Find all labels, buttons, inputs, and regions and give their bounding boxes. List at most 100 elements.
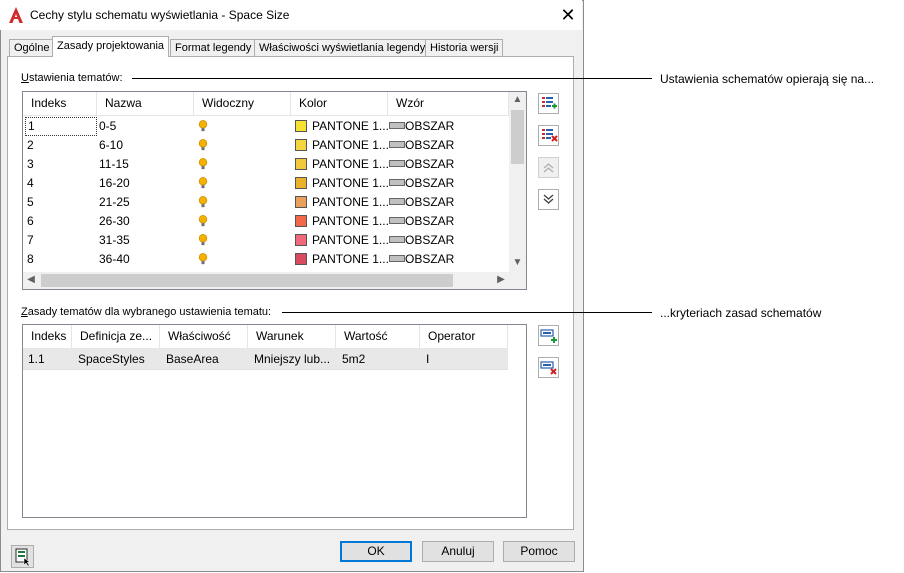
theme-index[interactable]: 5 [25, 193, 97, 212]
rule-value[interactable]: 5m2 [342, 350, 365, 369]
table-row[interactable]: 6 26-30 PANTONE 1... OBSZAR [23, 212, 509, 231]
theme-index[interactable]: 8 [25, 250, 97, 269]
tab-general[interactable]: Ogólne [9, 39, 55, 56]
lightbulb-on-icon[interactable] [198, 139, 208, 151]
tab-legend-format[interactable]: Format legendy [170, 39, 257, 56]
pattern-name: OBSZAR [405, 233, 455, 247]
lightbulb-on-icon[interactable] [198, 234, 208, 246]
pattern-name: OBSZAR [405, 138, 455, 152]
theme-color[interactable]: PANTONE 1... [295, 212, 389, 231]
rules-col-header-index[interactable]: Indeks [23, 325, 72, 349]
theme-name[interactable]: 21-25 [99, 193, 130, 212]
move-up-button[interactable] [538, 157, 559, 178]
col-header-color[interactable]: Kolor [291, 92, 388, 116]
scroll-left-icon[interactable]: ◀ [23, 272, 39, 289]
tab-design-rules[interactable]: Zasady projektowania [52, 36, 170, 57]
theme-name[interactable]: 0-5 [99, 117, 116, 136]
rules-col-header-value[interactable]: Wartość [336, 325, 420, 349]
scroll-thumb[interactable] [511, 110, 524, 164]
theme-settings-grid[interactable]: Indeks Nazwa Widoczny Kolor Wzór 1 0-5 PAN… [22, 91, 527, 290]
col-header-visible[interactable]: Widoczny [194, 92, 291, 116]
add-theme-button[interactable] [538, 93, 559, 114]
move-down-button[interactable] [538, 189, 559, 210]
tab-legend-display-props[interactable]: Właściwości wyświetlania legendy [254, 39, 431, 56]
lightbulb-on-icon[interactable] [198, 158, 208, 170]
col-header-index[interactable]: Indeks [23, 92, 97, 116]
pattern-swatch-icon [389, 122, 405, 129]
lightbulb-on-icon[interactable] [198, 177, 208, 189]
window-title: Cechy stylu schematu wyświetlania - Spac… [30, 8, 290, 22]
rule-index[interactable]: 1.1 [28, 350, 45, 369]
table-row[interactable]: 8 36-40 PANTONE 1... OBSZAR [23, 250, 509, 269]
remove-rule-button[interactable] [538, 357, 559, 378]
theme-index[interactable]: 1 [25, 117, 97, 136]
close-icon[interactable]: ✕ [558, 5, 578, 25]
theme-name[interactable]: 36-40 [99, 250, 130, 269]
style-manager-button[interactable] [11, 545, 34, 568]
theme-color[interactable]: PANTONE 1... [295, 193, 389, 212]
tab-version-history[interactable]: Historia wersji [425, 39, 504, 56]
hscroll-thumb[interactable] [41, 274, 453, 287]
col-header-pattern[interactable]: Wzór [388, 92, 509, 116]
theme-name[interactable]: 6-10 [99, 136, 123, 155]
theme-name[interactable]: 11-15 [99, 155, 129, 174]
color-swatch [295, 120, 307, 132]
rules-col-header-property[interactable]: Właściwość [160, 325, 248, 349]
scroll-up-icon[interactable]: ▲ [509, 92, 526, 108]
theme-index[interactable]: 6 [25, 212, 97, 231]
theme-pattern[interactable]: OBSZAR [389, 174, 454, 193]
col-header-name[interactable]: Nazwa [97, 92, 194, 116]
table-row[interactable]: 2 6-10 PANTONE 1... OBSZAR [23, 136, 509, 155]
theme-rules-grid[interactable]: Indeks Definicja ze... Właściwość Warune… [22, 324, 527, 518]
theme-hscrollbar[interactable]: ◀ ▶ [23, 272, 509, 289]
theme-color[interactable]: PANTONE 1... [295, 136, 389, 155]
table-row[interactable]: 3 11-15 PANTONE 1... OBSZAR [23, 155, 509, 174]
theme-index[interactable]: 7 [25, 231, 97, 250]
theme-name[interactable]: 26-30 [99, 212, 130, 231]
help-button[interactable]: Pomoc [503, 541, 575, 562]
remove-theme-button[interactable] [538, 125, 559, 146]
scroll-right-icon[interactable]: ▶ [493, 272, 509, 289]
table-row[interactable]: 1 0-5 PANTONE 1... OBSZAR [23, 117, 509, 136]
theme-color[interactable]: PANTONE 1... [295, 117, 389, 136]
theme-index[interactable]: 3 [25, 155, 97, 174]
theme-pattern[interactable]: OBSZAR [389, 231, 454, 250]
color-name: PANTONE 1... [312, 252, 389, 266]
theme-name[interactable]: 16-20 [99, 174, 130, 193]
theme-pattern[interactable]: OBSZAR [389, 212, 454, 231]
rules-col-header-operator[interactable]: Operator [420, 325, 508, 349]
theme-color[interactable]: PANTONE 1... [295, 174, 389, 193]
theme-index[interactable]: 2 [25, 136, 97, 155]
theme-pattern[interactable]: OBSZAR [389, 250, 454, 269]
theme-index[interactable]: 4 [25, 174, 97, 193]
table-row[interactable]: 7 31-35 PANTONE 1... OBSZAR [23, 231, 509, 250]
callout-bottom: ...kryteriach zasad schematów [660, 306, 822, 320]
table-row[interactable]: 4 16-20 PANTONE 1... OBSZAR [23, 174, 509, 193]
rules-col-header-condition[interactable]: Warunek [248, 325, 336, 349]
rule-operator[interactable]: I [426, 350, 429, 369]
cancel-button[interactable]: Anuluj [422, 541, 494, 562]
theme-pattern[interactable]: OBSZAR [389, 193, 454, 212]
rules-col-header-definition[interactable]: Definicja ze... [72, 325, 160, 349]
theme-vscrollbar[interactable]: ▲ ▼ [509, 92, 526, 272]
add-rule-button[interactable] [538, 325, 559, 346]
ok-button[interactable]: OK [340, 541, 412, 562]
theme-color[interactable]: PANTONE 1... [295, 250, 389, 269]
rule-condition[interactable]: Mniejszy lub... [254, 350, 334, 369]
lightbulb-on-icon[interactable] [198, 253, 208, 265]
scroll-down-icon[interactable]: ▼ [509, 255, 526, 271]
theme-color[interactable]: PANTONE 1... [295, 155, 389, 174]
callout-top: Ustawienia schematów opierają się na... [660, 72, 875, 86]
rule-property[interactable]: BaseArea [166, 350, 219, 369]
theme-pattern[interactable]: OBSZAR [389, 155, 454, 174]
theme-name[interactable]: 31-35 [99, 231, 130, 250]
lightbulb-on-icon[interactable] [198, 120, 208, 132]
theme-pattern[interactable]: OBSZAR [389, 117, 454, 136]
pattern-swatch-icon [389, 236, 405, 243]
theme-color[interactable]: PANTONE 1... [295, 231, 389, 250]
lightbulb-on-icon[interactable] [198, 215, 208, 227]
rule-definition[interactable]: SpaceStyles [78, 350, 145, 369]
theme-pattern[interactable]: OBSZAR [389, 136, 454, 155]
table-row[interactable]: 5 21-25 PANTONE 1... OBSZAR [23, 193, 509, 212]
lightbulb-on-icon[interactable] [198, 196, 208, 208]
